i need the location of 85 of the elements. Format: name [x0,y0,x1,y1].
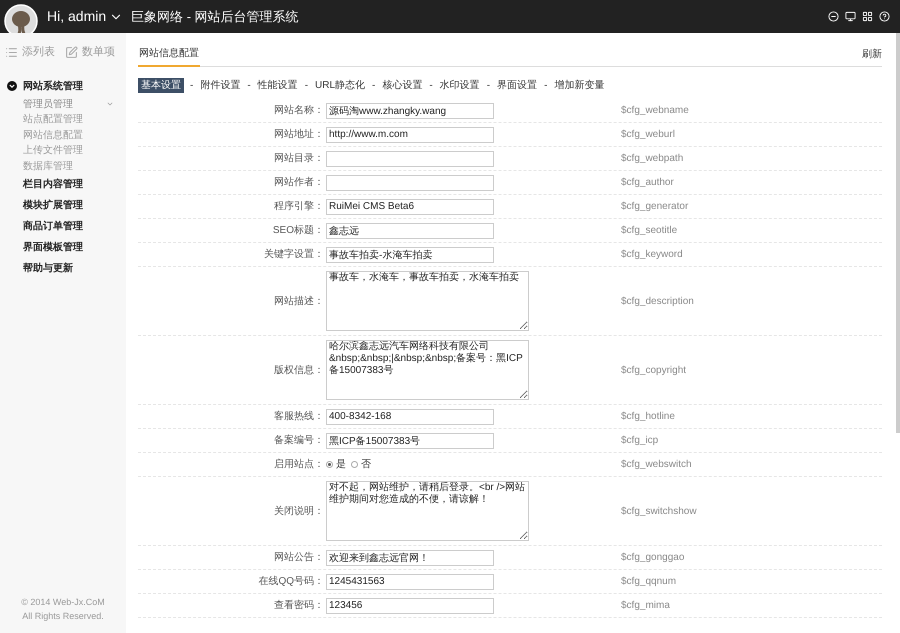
field-label: 关键字设置： [263,248,324,262]
variable-name: $cfg_webpath [621,152,684,166]
sidebar-section-row[interactable]: 栏目内容管理 [0,174,126,195]
variable-name: $cfg_icp [621,434,658,448]
settings-tab[interactable]: 界面设置 [496,78,538,93]
field-label: 程序引擎： [273,200,324,214]
sidebar-section[interactable]: 网站系统管理 [23,78,83,94]
variable-name: $cfg_seotitle [621,224,678,238]
field-label: 在线QQ号码： [257,574,324,589]
sidebar-section-row[interactable]: 网站系统管理 [0,76,126,96]
text-field[interactable]: 源码淘www.zhangky.wang [326,102,494,118]
variable-name: $cfg_gonggao [621,551,684,565]
field-label: 网站描述： [273,294,324,308]
page-title-tab[interactable]: 网站信息配置 [138,46,200,67]
settings-tab[interactable]: 附件设置 [199,78,242,93]
radio-label: 是 [336,458,346,472]
settings-tab[interactable]: 性能设置 [256,78,299,93]
field-label: 网站公告： [273,550,324,565]
sidebar-section[interactable]: 栏目内容管理 [23,177,83,192]
variable-name: $cfg_qqnum [621,575,676,589]
text-field[interactable]: 123456 [326,598,494,614]
radio-button[interactable] [351,461,358,468]
text-field[interactable]: 1245431563 [326,574,494,590]
field-label: 查看密码： [273,598,324,613]
refresh-link[interactable]: 刷新 [862,47,882,66]
radio-label: 否 [361,458,371,472]
copyright-text: All Rights Reserved. [22,610,104,623]
field-label: 网站目录： [273,152,324,166]
settings-tab[interactable]: 水印设置 [438,78,481,93]
sidebar-section[interactable]: 帮助与更新 [23,261,73,276]
text-field[interactable]: 鑫志远 [326,222,494,238]
tab-separator: - [429,79,433,93]
settings-tab[interactable]: 核心设置 [381,78,424,93]
sidebar-section[interactable]: 模块扩展管理 [23,198,83,213]
field-label: 网站作者： [273,176,324,190]
minus-circle-icon[interactable] [828,11,839,22]
field-label: 版权信息： [273,364,324,378]
greeting[interactable]: Hi, admin [47,6,106,27]
variable-name: $cfg_mima [621,599,670,613]
field-label: 关闭说明： [273,504,324,518]
settings-tab[interactable]: 增加新变量 [553,78,606,93]
tab-separator: - [372,79,376,93]
text-field[interactable]: RuiMei CMS Beta6 [326,198,494,214]
variable-name: $cfg_webswitch [621,458,692,472]
text-field[interactable]: 400-8342-168 [326,408,494,424]
app-title: 巨象网络 - 网站后台管理系统 [131,8,299,26]
text-field[interactable] [326,174,494,190]
field-label: 网站名称： [273,104,324,118]
variable-name: $cfg_generator [621,200,688,214]
sidebar-section-row[interactable]: 模块扩展管理 [0,195,126,216]
monitor-icon[interactable] [845,11,856,22]
tab-separator: - [544,79,548,93]
text-field[interactable] [326,150,494,166]
field-label: 客服热线： [273,410,324,424]
grid-icon[interactable] [862,11,873,22]
variable-name: $cfg_author [621,176,674,190]
tab-separator: - [486,79,490,93]
settings-tab[interactable]: 基本设置 [138,78,184,93]
field-label: 网站地址： [273,128,324,142]
sidebar-section-row[interactable]: 界面模板管理 [0,237,126,258]
copyright-text: © 2014 Web-Jx.CoM [21,596,105,609]
variable-name: $cfg_copyright [621,364,686,378]
sidebar-section[interactable]: 商品订单管理 [23,219,83,234]
variable-name: $cfg_hotline [621,410,675,424]
field-label: 备案编号： [273,434,324,448]
sidebar-section-row[interactable]: 帮助与更新 [0,258,126,279]
variable-name: $cfg_weburl [621,128,675,142]
help-icon[interactable] [879,11,890,22]
text-field[interactable]: http://www.m.com [326,126,494,142]
sidebar-section[interactable]: 界面模板管理 [23,240,83,255]
text-field[interactable]: 黑ICP备15007383号 [326,432,494,448]
tab-separator: - [247,79,251,93]
variable-name: $cfg_switchshow [621,504,697,518]
field-label: 启用站点： [273,458,324,472]
text-field[interactable]: 欢迎来到鑫志远官网！ [326,550,494,566]
text-field[interactable]: 事故车拍卖-水淹车拍卖 [326,246,494,262]
tab-separator: - [190,79,194,93]
tab-separator: - [304,79,308,93]
radio-button[interactable] [326,461,333,468]
field-label: SEO标题： [272,224,324,238]
variable-name: $cfg_webname [621,104,689,118]
variable-name: $cfg_keyword [621,248,683,262]
variable-name: $cfg_description [621,294,694,308]
settings-tab[interactable]: URL静态化 [314,78,366,93]
sidebar-section-row[interactable]: 商品订单管理 [0,216,126,237]
